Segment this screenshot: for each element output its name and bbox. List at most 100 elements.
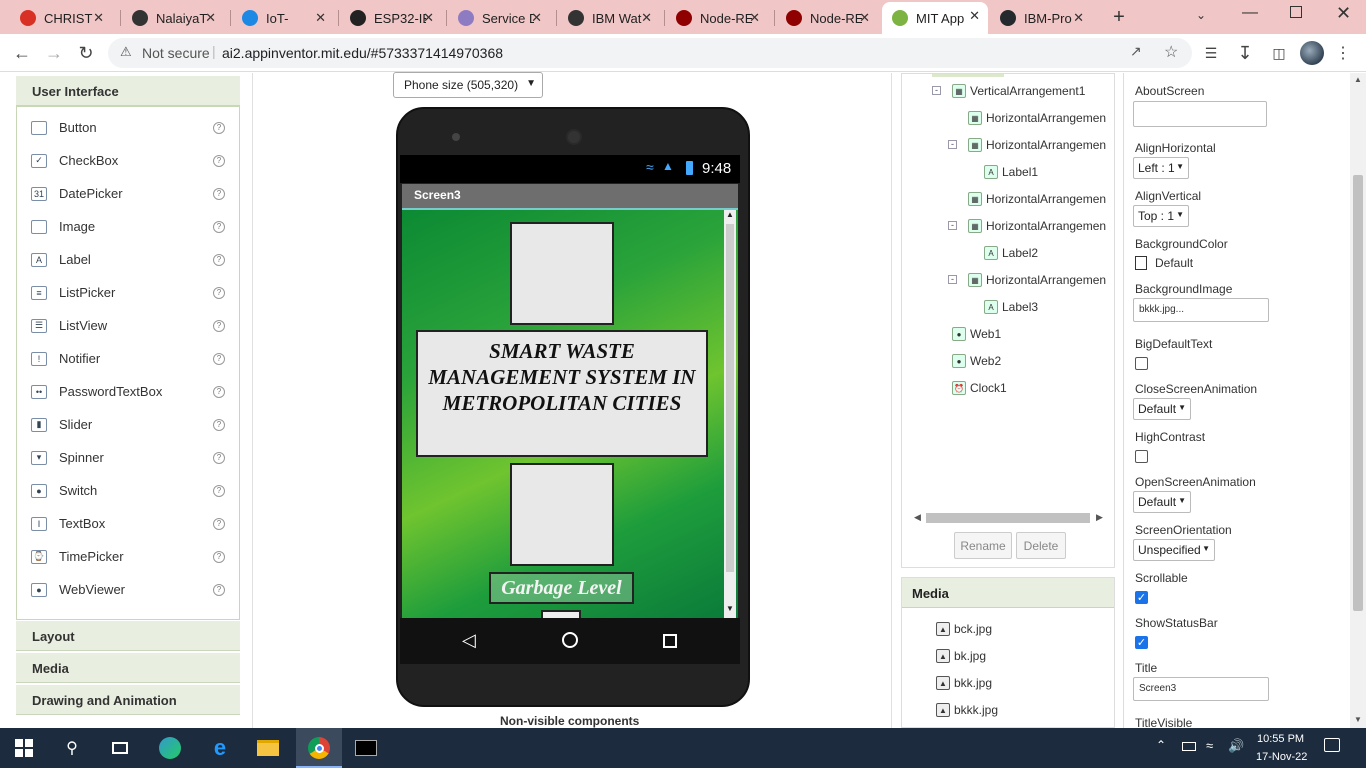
screen-orientation-select[interactable]: Unspecified ▼: [1133, 539, 1215, 561]
palette-item-spinner[interactable]: ▾ Spinner?: [17, 441, 239, 474]
help-icon[interactable]: ?: [213, 484, 225, 497]
image-placeholder[interactable]: [510, 463, 614, 566]
tab-close-icon[interactable]: ✕: [205, 10, 216, 26]
edge-icon[interactable]: [156, 734, 184, 762]
palette-item-listview[interactable]: ☰ ListView?: [17, 309, 239, 342]
page-scrollbar[interactable]: ▲ ▼: [1350, 73, 1366, 728]
clock-date[interactable]: 17-Nov-22: [1256, 751, 1307, 763]
palette-item-datepicker[interactable]: 31 DatePicker?: [17, 177, 239, 210]
collapse-icon[interactable]: -: [948, 221, 957, 230]
media-file[interactable]: ▲ bkkk.jpg: [936, 699, 998, 721]
wifi-tray-icon[interactable]: ≈: [1206, 738, 1213, 753]
tab-3[interactable]: ESP32-IE ✕: [340, 4, 442, 32]
tree-node[interactable]: ▦ HorizontalArrangemen: [968, 134, 1106, 156]
tab-2[interactable]: IoT- ✕: [232, 4, 334, 32]
clock-time[interactable]: 10:55 PM: [1257, 733, 1304, 745]
tab-0[interactable]: CHRIST ✕: [10, 4, 112, 32]
back-icon[interactable]: ←: [11, 42, 33, 64]
share-icon[interactable]: ↗: [1130, 43, 1142, 60]
download-icon[interactable]: ↧: [1234, 42, 1256, 64]
tree-node[interactable]: ▦ HorizontalArrangemen: [968, 215, 1106, 237]
show-status-bar-checkbox[interactable]: ✓: [1135, 636, 1148, 649]
tree-node[interactable]: ▦ HorizontalArrangemen: [968, 107, 1106, 129]
background-color-swatch[interactable]: [1135, 256, 1147, 270]
minimize-button[interactable]: —: [1242, 4, 1258, 22]
scroll-left-arrow-icon[interactable]: ◀: [914, 512, 921, 523]
tab-4[interactable]: Service D ✕: [448, 4, 550, 32]
tab-close-icon[interactable]: ✕: [641, 10, 652, 26]
delete-button[interactable]: Delete: [1016, 532, 1066, 559]
rename-button[interactable]: Rename: [954, 532, 1012, 559]
help-icon[interactable]: ?: [213, 517, 225, 530]
background-image-field[interactable]: bkkk.jpg...: [1133, 298, 1269, 322]
chrome-icon[interactable]: [305, 734, 333, 762]
palette-category-layout[interactable]: Layout: [16, 621, 240, 651]
palette-item-switch[interactable]: ● Switch?: [17, 474, 239, 507]
about-screen-textarea[interactable]: [1133, 101, 1267, 127]
tree-node[interactable]: ▦ HorizontalArrangemen: [968, 269, 1106, 291]
close-window-button[interactable]: ✕: [1336, 3, 1351, 24]
palette-item-label[interactable]: A Label?: [17, 243, 239, 276]
restore-button[interactable]: [1290, 6, 1302, 18]
help-icon[interactable]: ?: [213, 550, 225, 563]
tree-node[interactable]: ▦ VerticalArrangement1: [952, 80, 1085, 102]
scroll-down-arrow-icon[interactable]: ▼: [1354, 715, 1362, 724]
high-contrast-checkbox[interactable]: [1135, 450, 1148, 463]
collapse-icon[interactable]: -: [948, 275, 957, 284]
tree-node[interactable]: A Label2: [984, 242, 1038, 264]
background-color-value[interactable]: Default: [1155, 256, 1193, 270]
bookmark-star-icon[interactable]: ☆: [1164, 42, 1178, 62]
side-panel-icon[interactable]: ◫: [1268, 42, 1290, 64]
palette-item-timepicker[interactable]: ⌚ TimePicker?: [17, 540, 239, 573]
file-explorer-icon[interactable]: [254, 734, 282, 762]
scroll-up-arrow-icon[interactable]: ▲: [1354, 75, 1362, 84]
phone-size-select[interactable]: Phone size (505,320) ▼: [393, 72, 543, 98]
new-tab-button[interactable]: +: [1108, 6, 1130, 28]
palette-item-slider[interactable]: ▮ Slider?: [17, 408, 239, 441]
help-icon[interactable]: ?: [213, 154, 225, 167]
profile-avatar[interactable]: [1300, 41, 1324, 65]
heading-label-box[interactable]: SMART WASTE MANAGEMENT SYSTEM IN METROPO…: [416, 330, 708, 457]
tree-node[interactable]: ▦ HorizontalArrangemen: [968, 188, 1106, 210]
volume-icon[interactable]: 🔊: [1228, 738, 1244, 754]
small-component-box[interactable]: [541, 610, 581, 618]
tree-hscrollbar[interactable]: ◀ ▶: [914, 512, 1103, 524]
battery-tray-icon[interactable]: [1182, 742, 1196, 751]
tray-chevron-icon[interactable]: ⌃: [1156, 738, 1166, 752]
scroll-up-arrow-icon[interactable]: ▲: [726, 210, 734, 219]
title-field[interactable]: Screen3: [1133, 677, 1269, 701]
palette-item-passwordtextbox[interactable]: •• PasswordTextBox?: [17, 375, 239, 408]
help-icon[interactable]: ?: [213, 253, 225, 266]
notifications-icon[interactable]: [1324, 738, 1340, 752]
palette-item-checkbox[interactable]: ✓ CheckBox?: [17, 144, 239, 177]
tab-5[interactable]: IBM Wat ✕: [558, 4, 660, 32]
tab-7[interactable]: Node-RE ✕: [776, 4, 878, 32]
tab-close-icon[interactable]: ✕: [93, 10, 104, 26]
tab-search-icon[interactable]: ⌄: [1196, 8, 1206, 22]
help-icon[interactable]: ?: [213, 319, 225, 332]
palette-category-media[interactable]: Media: [16, 653, 240, 683]
forward-icon[interactable]: →: [43, 42, 65, 64]
align-vertical-select[interactable]: Top : 1 ▼: [1133, 205, 1189, 227]
task-view-icon[interactable]: [106, 734, 134, 762]
help-icon[interactable]: ?: [213, 220, 225, 233]
windows-start-icon[interactable]: [10, 734, 38, 762]
media-file[interactable]: ▲ bk.jpg: [936, 645, 986, 667]
garbage-level-label[interactable]: Garbage Level: [489, 572, 634, 604]
tab-close-icon[interactable]: ✕: [1073, 10, 1084, 26]
tab-close-icon[interactable]: ✕: [749, 10, 760, 26]
scrollable-checkbox[interactable]: ✓: [1135, 591, 1148, 604]
help-icon[interactable]: ?: [213, 451, 225, 464]
align-horizontal-select[interactable]: Left : 1 ▼: [1133, 157, 1189, 179]
tree-node[interactable]: A Label1: [984, 161, 1038, 183]
big-default-text-checkbox[interactable]: [1135, 357, 1148, 370]
scroll-right-arrow-icon[interactable]: ▶: [1096, 512, 1103, 523]
tree-node[interactable]: ⏰ Clock1: [952, 377, 1007, 399]
tab-close-icon[interactable]: ✕: [969, 8, 980, 24]
open-screen-animation-select[interactable]: Default ▼: [1133, 491, 1191, 513]
search-icon[interactable]: ⚲: [58, 734, 86, 762]
palette-item-image[interactable]: Image?: [17, 210, 239, 243]
collapse-icon[interactable]: -: [948, 140, 957, 149]
help-icon[interactable]: ?: [213, 187, 225, 200]
palette-item-textbox[interactable]: I TextBox?: [17, 507, 239, 540]
